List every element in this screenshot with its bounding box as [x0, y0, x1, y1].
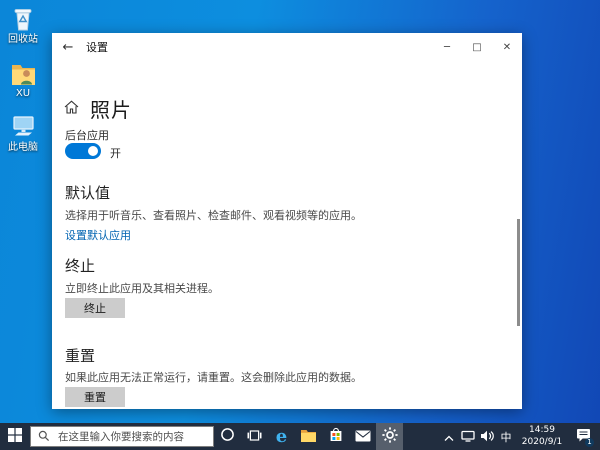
search-input[interactable]: [56, 429, 206, 444]
recycle-bin-icon: [0, 5, 46, 32]
caption-buttons: ─ □ ✕: [432, 33, 522, 61]
window-titlebar: ← 设置 ─ □ ✕: [52, 33, 522, 61]
cortana-button[interactable]: [214, 423, 241, 450]
minimize-icon: ─: [443, 41, 451, 53]
edge-icon: e: [275, 425, 288, 447]
close-button[interactable]: ✕: [492, 33, 522, 61]
maximize-icon: □: [472, 41, 482, 53]
toggle-state-label: 开: [110, 147, 121, 160]
taskbar-clock[interactable]: 14:59 2020/9/1: [516, 425, 568, 448]
reset-heading: 重置: [65, 347, 96, 365]
background-apps-toggle[interactable]: [65, 143, 101, 159]
task-view-icon: [247, 427, 262, 446]
toggle-knob: [88, 146, 98, 156]
background-apps-label: 后台应用: [65, 129, 109, 142]
show-hidden-icons-button[interactable]: [439, 423, 458, 450]
page-header: 照片: [64, 94, 132, 123]
defaults-heading: 默认值: [65, 184, 111, 202]
folder-user-icon: [0, 61, 46, 86]
close-icon: ✕: [502, 41, 512, 53]
gear-icon: [381, 426, 398, 447]
reset-button[interactable]: 重置: [65, 387, 125, 407]
desktop-icon-user-folder[interactable]: XU: [0, 61, 46, 99]
windows-logo-icon: [8, 427, 22, 446]
taskbar-search-box[interactable]: [30, 426, 214, 447]
start-button[interactable]: [0, 423, 30, 450]
window-title: 设置: [86, 41, 108, 54]
network-status-button[interactable]: [458, 423, 477, 450]
desktop-icon-recycle-bin[interactable]: 回收站: [0, 5, 46, 45]
mail-button[interactable]: [349, 423, 376, 450]
terminate-heading: 终止: [65, 257, 96, 275]
minimize-button[interactable]: ─: [432, 33, 462, 61]
settings-window: ← 设置 ─ □ ✕ 照片 后台应用 开 默认值 选择用于听音乐、查看照片、检查…: [52, 33, 522, 409]
home-icon: [64, 99, 79, 118]
desktop-icon-label: XU: [15, 88, 31, 99]
set-default-apps-link[interactable]: 设置默认应用: [65, 227, 131, 243]
store-bag-icon: [329, 427, 343, 446]
task-view-button[interactable]: [241, 423, 268, 450]
microsoft-store-button[interactable]: [322, 423, 349, 450]
file-explorer-button[interactable]: [295, 423, 322, 450]
terminate-description: 立即终止此应用及其相关进程。: [65, 282, 219, 295]
settings-page-content: 照片 后台应用 开 默认值 选择用于听音乐、查看照片、检查邮件、观看视频等的应用…: [52, 61, 522, 409]
edge-browser-button[interactable]: e: [268, 423, 295, 450]
maximize-button[interactable]: □: [462, 33, 492, 61]
back-button[interactable]: ←: [52, 33, 84, 61]
desktop-background: 回收站 XU 此电脑 ← 设置 ─ □ ✕ 照片 后台应用 开 默认值 选择用于…: [0, 0, 600, 450]
action-center-button[interactable]: 1: [568, 423, 598, 450]
desktop-icon-this-pc[interactable]: 此电脑: [0, 114, 46, 153]
volume-button[interactable]: [477, 423, 496, 450]
speaker-icon: [480, 427, 494, 446]
notification-badge: 1: [585, 438, 594, 447]
settings-app-button[interactable]: [376, 423, 403, 450]
page-title: 照片: [90, 98, 132, 122]
desktop-icon-label: 回收站: [8, 34, 38, 45]
system-tray: 中 14:59 2020/9/1 1: [439, 423, 600, 450]
chevron-up-icon: [444, 427, 454, 446]
defaults-description: 选择用于听音乐、查看照片、检查邮件、观看视频等的应用。: [65, 209, 362, 222]
terminate-button[interactable]: 终止: [65, 298, 125, 318]
cortana-circle-icon: [220, 427, 235, 446]
back-arrow-icon: ←: [62, 39, 74, 55]
mail-envelope-icon: [355, 427, 371, 446]
clock-time: 14:59: [529, 425, 555, 436]
scrollbar-thumb[interactable]: [517, 219, 520, 326]
taskbar: e: [0, 423, 600, 450]
search-icon: [38, 427, 50, 446]
reset-description: 如果此应用无法正常运行，请重置。这会删除此应用的数据。: [65, 371, 362, 384]
clock-date: 2020/9/1: [521, 436, 563, 447]
ime-indicator[interactable]: 中: [496, 423, 516, 450]
folder-icon: [300, 427, 317, 446]
computer-icon: [0, 114, 46, 140]
ethernet-network-icon: [460, 427, 475, 446]
desktop-icon-label: 此电脑: [8, 142, 38, 153]
